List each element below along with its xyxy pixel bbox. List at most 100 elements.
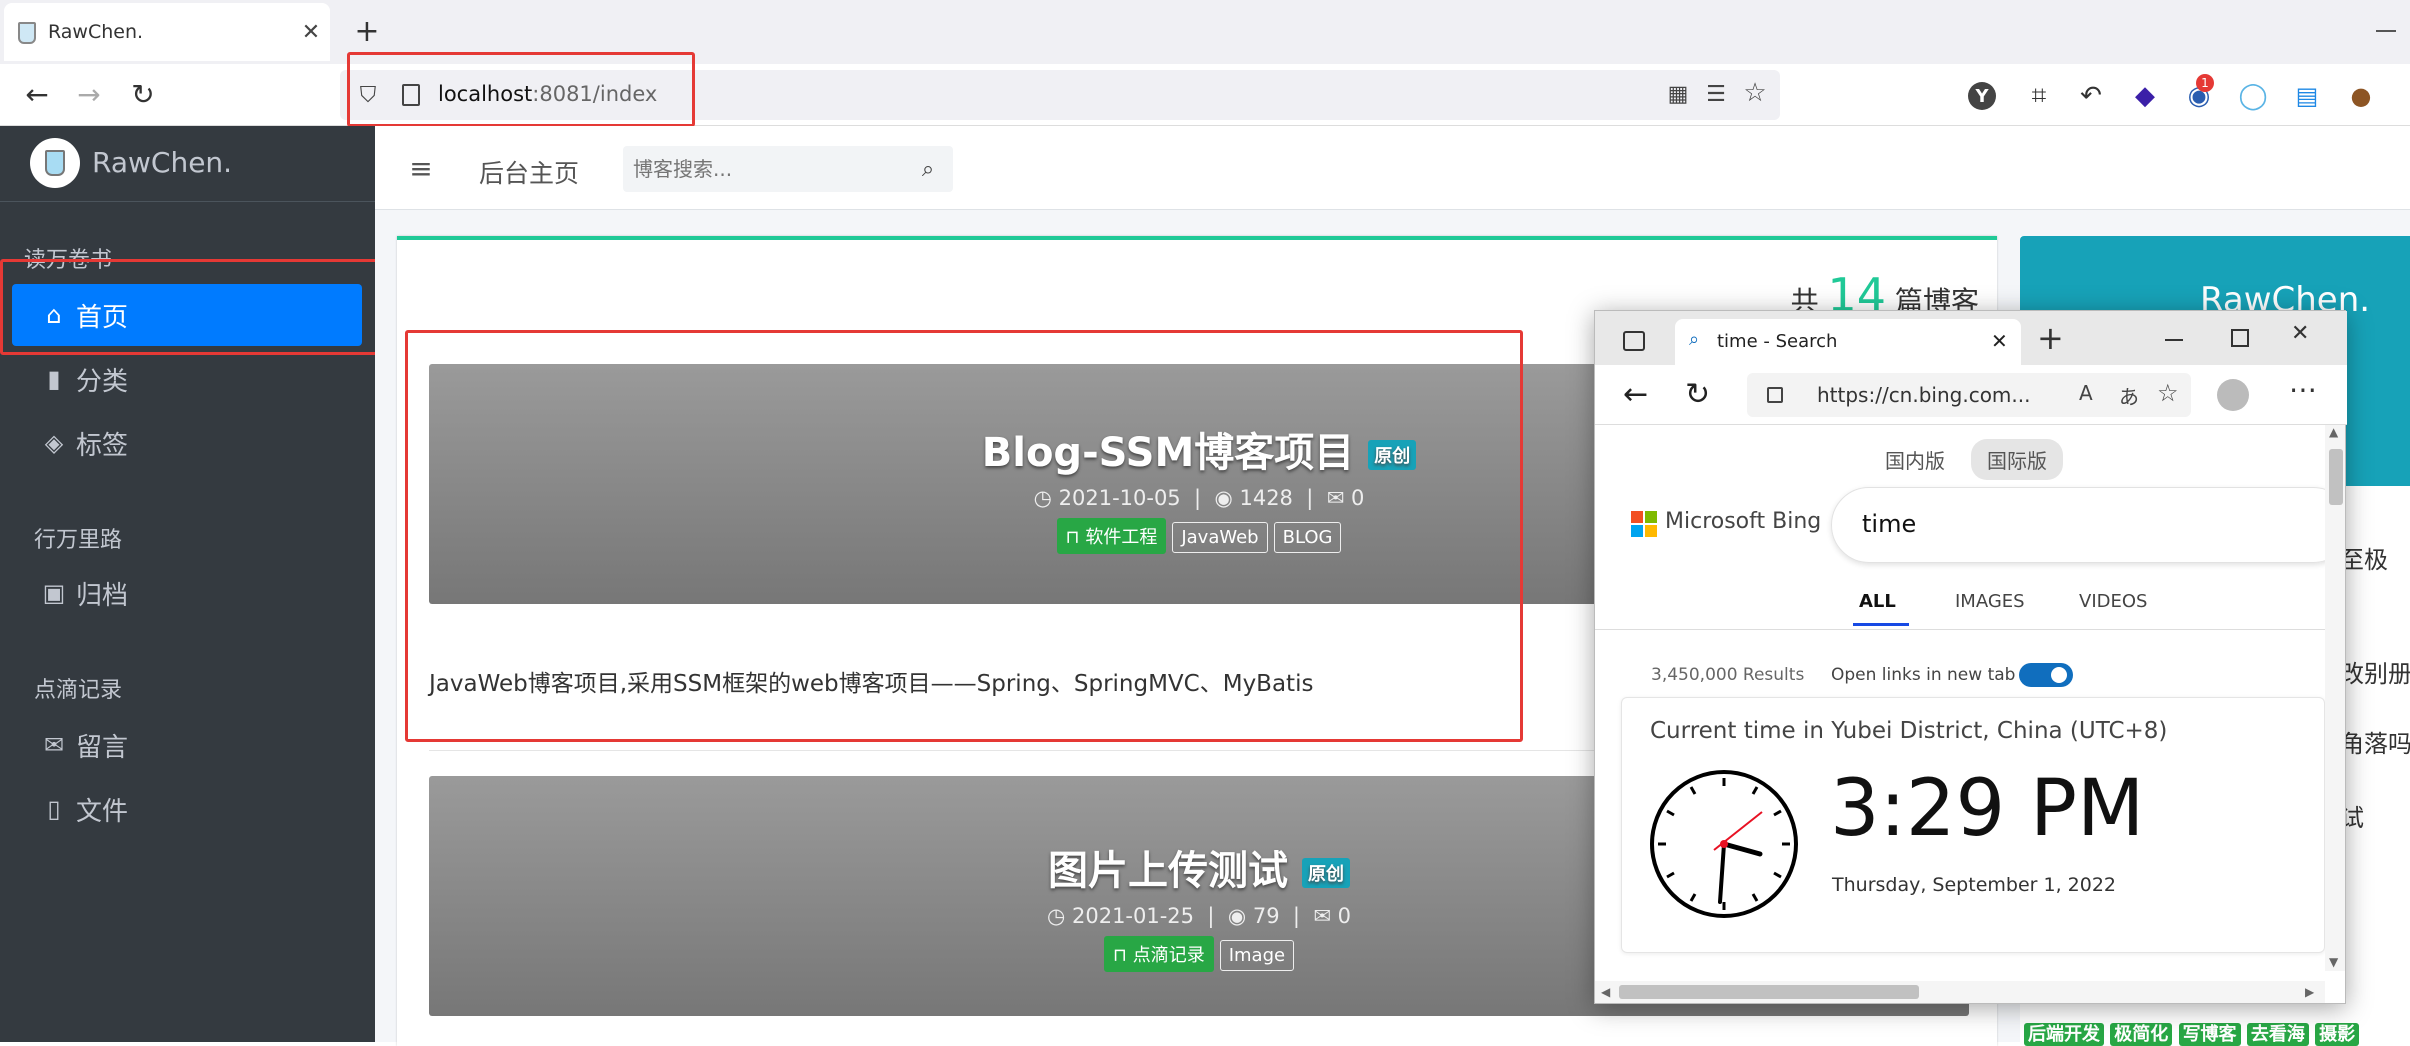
brand-name: RawChen. <box>92 146 233 179</box>
edge-more-icon[interactable]: ⋯ <box>2289 373 2317 406</box>
reader-mode-icon[interactable]: ☰ <box>1704 82 1728 107</box>
brand[interactable]: RawChen. <box>0 126 375 202</box>
section-label: 行万里路 <box>34 528 123 553</box>
tab-title: RawChen. <box>48 21 144 43</box>
edge-window: ⌕ time - Search ✕ + ✕ ← ↻ https://cn.bin… <box>1594 310 2347 1004</box>
tag-image[interactable]: Image <box>1219 940 1295 971</box>
region-tab-cn[interactable]: 国内版 <box>1885 445 1945 474</box>
reload-icon[interactable]: ↻ <box>126 77 160 111</box>
right-snippet: 改别册 <box>2340 660 2410 688</box>
extension-y-icon[interactable]: Y <box>1968 82 1996 110</box>
tag-cloud: 后端开发 极简化 写博客 去看海 摄影 <box>2024 1020 2360 1046</box>
sidebar-item-messages[interactable]: ✉ 留言 <box>12 714 362 776</box>
edge-refresh-icon[interactable]: ↻ <box>1685 377 1710 412</box>
scroll-down-icon[interactable]: ▼ <box>2329 955 2338 969</box>
edge-close-tab-icon[interactable]: ✕ <box>1991 329 2008 353</box>
bookmark-star-icon[interactable]: ☆ <box>1742 78 1768 108</box>
sidebar-item-files[interactable]: ▯ 文件 <box>12 778 362 840</box>
close-tab-icon[interactable]: ✕ <box>300 20 322 45</box>
edge-address-bar[interactable]: https://cn.bing.com... A あ ☆ <box>1747 373 2191 417</box>
edge-minimize-icon[interactable] <box>2165 339 2183 341</box>
ring-extension-icon[interactable]: ◯ <box>2236 79 2270 113</box>
brand-logo-icon <box>30 138 80 188</box>
scroll-left-icon[interactable]: ◀ <box>1601 985 1610 999</box>
edge-tab-title: time - Search <box>1717 331 1838 352</box>
bing-page: 国内版 国际版 Microsoft Bing time ALL IMAGES V… <box>1595 425 2325 981</box>
home-highlight-box <box>0 259 386 355</box>
post-title[interactable]: 图片上传测试 <box>1048 848 1288 894</box>
nav-images[interactable]: IMAGES <box>1955 591 2025 612</box>
undo-extension-icon[interactable]: ↶ <box>2074 79 2108 113</box>
sidebar-item-label: 归档 <box>76 580 129 611</box>
bing-search-box[interactable]: time <box>1831 487 2325 563</box>
sidebar-item-tags[interactable]: ◈ 标签 <box>12 412 362 474</box>
search-box: ⌕ <box>623 146 953 192</box>
post-date: 2021-01-25 <box>1071 904 1195 928</box>
read-aloud-icon[interactable]: A <box>2079 381 2093 405</box>
favorite-add-icon[interactable]: ☆ <box>2157 379 2179 407</box>
cloud-tag[interactable]: 摄影 <box>2315 1023 2360 1046</box>
cloud-tag[interactable]: 极简化 <box>2110 1023 2173 1046</box>
edge-close-window-icon[interactable]: ✕ <box>2291 321 2309 346</box>
sidebar-item-label: 文件 <box>76 796 129 827</box>
horizontal-scrollbar[interactable]: ◀ ▶ <box>1595 981 2325 1003</box>
original-badge: 原创 <box>1301 858 1350 888</box>
scroll-thumb[interactable] <box>2329 449 2343 505</box>
cloud-tag[interactable]: 写博客 <box>2178 1023 2241 1046</box>
edge-maximize-icon[interactable] <box>2231 329 2249 347</box>
time-card: Current time in Yubei District, China (U… <box>1621 697 2325 953</box>
admin-home-link[interactable]: 后台主页 <box>479 154 579 190</box>
category-tag[interactable]: ⊓ 点滴记录 <box>1103 936 1214 972</box>
h-scroll-thumb[interactable] <box>1619 985 1919 999</box>
edge-url: https://cn.bing.com... <box>1817 383 2031 407</box>
digital-time: 3:29 PM <box>1830 764 2145 854</box>
scroll-up-icon[interactable]: ▲ <box>2329 425 2338 439</box>
translate-icon[interactable]: あ <box>2119 381 2139 410</box>
crop-extension-icon[interactable]: ⌗ <box>2022 79 2056 113</box>
edge-toolbar: ← ↻ https://cn.bing.com... A あ ☆ ⋯ <box>1595 365 2347 425</box>
doc-extension-icon[interactable]: ▤ <box>2290 79 2324 113</box>
cloud-tag[interactable]: 后端开发 <box>2024 1023 2104 1046</box>
tags-icon: ◈ <box>44 429 64 457</box>
microsoft-logo-icon <box>1631 511 1657 537</box>
sidebar-item-label: 标签 <box>76 430 129 461</box>
bing-nav-divider <box>1595 629 2325 630</box>
bookmark-icon: ▮ <box>47 365 61 393</box>
search-input[interactable] <box>633 154 903 184</box>
region-tab-intl[interactable]: 国际版 <box>1971 439 2063 480</box>
scroll-right-icon[interactable]: ▶ <box>2305 985 2314 999</box>
sidebar-item-archive[interactable]: ▣ 归档 <box>12 562 362 624</box>
right-snippet: 至极 <box>2340 546 2388 574</box>
hamburger-icon[interactable]: ≡ <box>405 152 437 185</box>
tab-actions-icon[interactable] <box>1623 331 1645 351</box>
tag-label: 点滴记录 <box>1132 945 1205 966</box>
edge-tab[interactable]: ⌕ time - Search ✕ <box>1675 319 2021 365</box>
search-icon[interactable]: ⌕ <box>915 156 941 182</box>
minimize-icon[interactable] <box>2376 30 2396 32</box>
vertical-scrollbar[interactable]: ▲ ▼ <box>2325 425 2345 971</box>
bing-query[interactable]: time <box>1862 510 1916 538</box>
bing-search-icon: ⌕ <box>1689 329 1700 350</box>
lock-icon <box>1767 387 1783 403</box>
profile-avatar[interactable] <box>2217 379 2249 411</box>
nav-all[interactable]: ALL <box>1859 591 1896 612</box>
url-highlight-box <box>347 52 695 127</box>
sidebar-item-label: 留言 <box>76 732 129 763</box>
post-highlight-box <box>405 330 1523 742</box>
open-links-label: Open links in new tab <box>1831 665 2016 685</box>
cloud-tag[interactable]: 去看海 <box>2246 1023 2309 1046</box>
qr-code-icon[interactable]: ▦ <box>1666 82 1690 107</box>
new-tab-icon[interactable]: + <box>352 14 382 49</box>
back-icon[interactable]: ← <box>20 77 54 111</box>
forward-icon[interactable]: → <box>72 77 106 111</box>
cookie-extension-icon[interactable]: ● <box>2344 79 2378 113</box>
right-snippet: 角落吗 <box>2340 730 2410 758</box>
layers-extension-icon[interactable]: ◆ <box>2128 79 2162 113</box>
edge-new-tab-icon[interactable]: + <box>2037 319 2064 357</box>
edge-back-icon[interactable]: ← <box>1623 377 1648 412</box>
eye-icon: ◉ <box>1227 904 1247 928</box>
sidebar-item-category[interactable]: ▮ 分类 <box>12 348 362 410</box>
browser-tab[interactable]: RawChen. ✕ <box>4 3 330 61</box>
nav-videos[interactable]: VIDEOS <box>2079 591 2147 612</box>
open-links-toggle[interactable] <box>2019 663 2073 687</box>
